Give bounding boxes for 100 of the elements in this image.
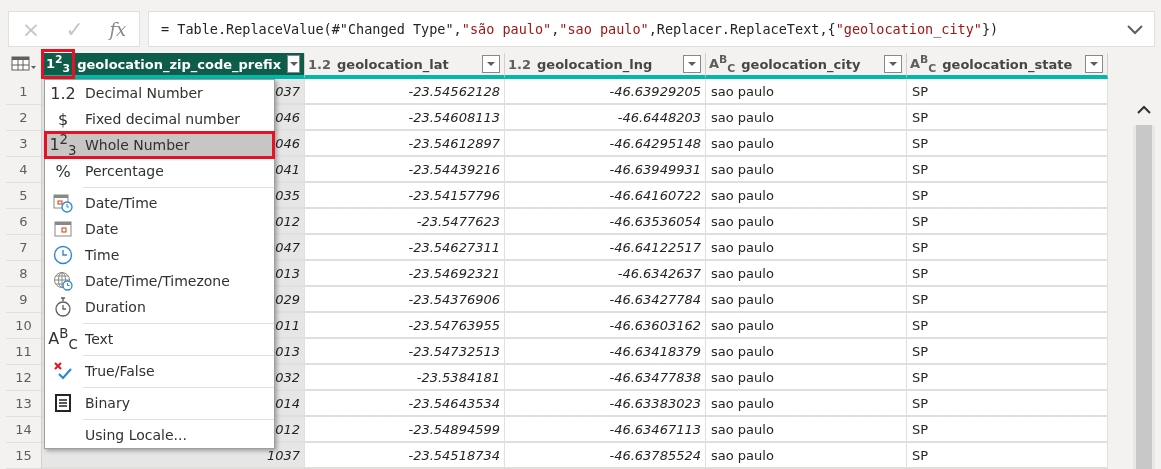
table-cell: SP: [907, 391, 1108, 417]
row-number: 5: [6, 183, 42, 209]
caret-icon: [687, 61, 697, 67]
row-number: 15: [6, 443, 42, 469]
row-number: 11: [6, 339, 42, 365]
table-menu-icon[interactable]: [10, 56, 37, 72]
row-number: 8: [6, 261, 42, 287]
row-number: 9: [6, 287, 42, 313]
table-cell: -46.6448203: [505, 105, 706, 131]
table-cell: sao paulo: [706, 131, 907, 157]
table-cell: SP: [907, 287, 1108, 313]
table-cell: SP: [907, 131, 1108, 157]
row-number: 6: [6, 209, 42, 235]
table-cell: -23.54763955: [305, 313, 505, 339]
stopwatch-icon: [54, 297, 72, 317]
table-cell: -23.54612897: [305, 131, 505, 157]
table-cell: -23.54732513: [305, 339, 505, 365]
table-cell: -23.5384181: [305, 365, 505, 391]
table-cell: -46.63949931: [505, 157, 706, 183]
document-icon: [55, 394, 71, 412]
caret-icon: [288, 61, 299, 67]
table-cell: sao paulo: [706, 183, 907, 209]
filter-dropdown-button[interactable]: [1085, 55, 1103, 73]
row-number: 3: [6, 131, 42, 157]
table-cell: sao paulo: [706, 235, 907, 261]
scrollbar[interactable]: [1133, 93, 1155, 469]
table-cell: sao paulo: [706, 365, 907, 391]
table-cell: -46.63929205: [505, 79, 706, 105]
table-cell: SP: [907, 443, 1108, 469]
menu-item[interactable]: Binary: [45, 390, 274, 416]
table-cell: SP: [907, 313, 1108, 339]
table-cell: sao paulo: [706, 209, 907, 235]
table-cell: -23.54157796: [305, 183, 505, 209]
table-cell: -23.5477623: [305, 209, 505, 235]
row-number: 13: [6, 391, 42, 417]
table-cell: sao paulo: [706, 391, 907, 417]
row-number: 4: [6, 157, 42, 183]
table-cell: -23.54518734: [305, 443, 505, 469]
filter-dropdown-button[interactable]: [287, 55, 300, 73]
menu-item[interactable]: $ Fixed decimal number: [45, 106, 274, 132]
table-cell: sao paulo: [706, 287, 907, 313]
column-name: geolocation_lat: [337, 56, 450, 72]
column-name: geolocation_state: [942, 56, 1074, 72]
type-icon: $: [57, 109, 69, 129]
table-cell: sao paulo: [706, 157, 907, 183]
table-cell: sao paulo: [706, 443, 907, 469]
type-icon[interactable]: 1.2: [308, 56, 332, 72]
caret-icon: [486, 61, 496, 67]
column-name: geolocation_lng: [537, 56, 654, 72]
table-cell: -23.54439216: [305, 157, 505, 183]
filter-dropdown-button[interactable]: [683, 55, 701, 73]
table-cell: -23.54643534: [305, 391, 505, 417]
table-cell: SP: [907, 79, 1108, 105]
cross-check-icon: [53, 361, 73, 381]
table-cell: -46.64160722: [505, 183, 706, 209]
table-cell: SP: [907, 209, 1108, 235]
table-cell: -23.54608113: [305, 105, 505, 131]
scroll-thumb[interactable]: [1136, 125, 1152, 469]
table-cell: SP: [907, 183, 1108, 209]
table-cell: -46.63418379: [505, 339, 706, 365]
type-icon[interactable]: 1.2: [508, 56, 532, 72]
table-cell: -46.63427784: [505, 287, 706, 313]
expand-chevron-icon[interactable]: [1126, 23, 1144, 35]
table-cell: sao paulo: [706, 79, 907, 105]
type-icon: 1.2: [50, 83, 76, 103]
row-number: 12: [6, 365, 42, 391]
formula-text[interactable]: = Table.ReplaceValue(#"Changed Type","são paulo","sao paulo",Replacer.ReplaceText,{"geolocation_city"}): [161, 21, 1126, 37]
column-name: geolocation_zip_code_prefix: [77, 56, 282, 72]
row-number: 1: [6, 79, 42, 105]
table-cell: sao paulo: [706, 313, 907, 339]
menu-item[interactable]: % Percentage: [45, 158, 274, 184]
column-header[interactable]: 1.2 geolocation_lng: [505, 53, 706, 79]
table-cell: -46.63536054: [505, 209, 706, 235]
table-cell: SP: [907, 417, 1108, 443]
column-header[interactable]: A$^{B}$$_{C}$ geolocation_state: [907, 53, 1108, 79]
table-cell: -23.54627311: [305, 235, 505, 261]
row-number: 14: [6, 417, 42, 443]
table-cell: -23.54562128: [305, 79, 505, 105]
table-cell: -46.6342637: [505, 261, 706, 287]
table-cell: sao paulo: [706, 261, 907, 287]
column-header[interactable]: A$^{B}$$_{C}$ geolocation_city: [706, 53, 907, 79]
table-cell: -23.54376906: [305, 287, 505, 313]
table-cell: SP: [907, 365, 1108, 391]
globe-clock-icon: [53, 271, 73, 291]
filter-dropdown-button[interactable]: [482, 55, 500, 73]
row-number: 2: [6, 105, 42, 131]
table-cell: SP: [907, 157, 1108, 183]
column-header[interactable]: 1.2 geolocation_lat: [305, 53, 505, 79]
table-cell: -46.63383023: [505, 391, 706, 417]
menu-item[interactable]: 1.2 Decimal Number: [45, 80, 274, 106]
table-cell: SP: [907, 339, 1108, 365]
filter-dropdown-button[interactable]: [884, 55, 902, 73]
insert-function-button[interactable]: fx: [103, 18, 133, 40]
clock-icon: [53, 245, 73, 265]
caret-icon: [1089, 61, 1099, 67]
table-cell: sao paulo: [706, 417, 907, 443]
calendar-clock-icon: [53, 193, 73, 213]
row-number: 7: [6, 235, 42, 261]
table-cell: SP: [907, 235, 1108, 261]
calendar-icon: [54, 220, 72, 238]
